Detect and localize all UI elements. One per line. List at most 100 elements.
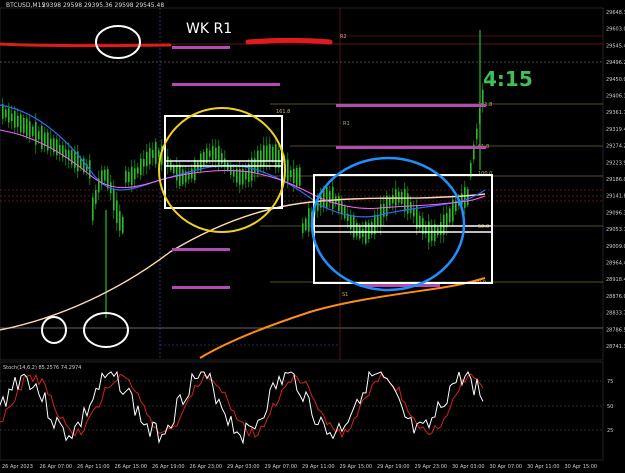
candle-body (266, 145, 268, 162)
candle-body (5, 109, 7, 118)
time-tick: 30 Apr 07:00 (490, 464, 523, 470)
candle-body (71, 150, 73, 165)
candle-body (29, 121, 31, 138)
chart-canvas[interactable]: BTCUSD,M15 29398 29598 29395.36 29598 29… (0, 0, 625, 473)
candle-body (125, 170, 127, 183)
candle-body (74, 150, 76, 168)
time-tick: 29 Apr 11:00 (302, 464, 335, 470)
candle-body (104, 169, 106, 181)
candle-body (155, 141, 157, 165)
time-tick: 26 Apr 15:00 (115, 464, 148, 470)
candle-body (296, 168, 298, 186)
candle-body (338, 196, 340, 211)
price-tick: 29361.74 (606, 110, 625, 116)
candle-body (467, 189, 469, 205)
candle-body (398, 191, 400, 203)
candle-body (278, 150, 280, 168)
candle-body (173, 165, 175, 174)
candle-body (362, 228, 364, 238)
candle-body (437, 227, 439, 235)
time-tick: 26 Apr 11:00 (77, 464, 110, 470)
price-tick: 29274.20 (606, 144, 625, 150)
candle-body (23, 117, 25, 133)
time-tick: 26 Apr 07:00 (40, 464, 73, 470)
candle-body (392, 194, 394, 204)
fib-label: 50.0 (478, 224, 489, 230)
candle-body (218, 146, 220, 165)
candle-body (332, 186, 334, 210)
stoch-label: Stoch(14,6,2) 85.2576 74.2974 (3, 365, 81, 371)
time-tick: 30 Apr 15:00 (565, 464, 598, 470)
time-tick: 26 Apr 23:00 (190, 464, 223, 470)
candle-body (464, 187, 466, 208)
candle-body (17, 115, 19, 127)
candle-body (326, 186, 328, 208)
time-label: 4:15 (483, 67, 533, 91)
candle-body (482, 89, 484, 107)
price-tick: 28964.47 (606, 261, 625, 267)
candle-body (287, 159, 289, 182)
candle-body (26, 118, 28, 137)
chart-ohlc: 29398 29598 29395.36 29598 29545.48 (42, 2, 164, 9)
candle-body (41, 125, 43, 149)
candle-body (212, 145, 214, 161)
candle-body (182, 169, 184, 185)
price-tick: 29496.23 (606, 60, 625, 66)
time-tick: 26 Apr 19:00 (152, 464, 185, 470)
candle-body (344, 206, 346, 219)
candle-body (350, 214, 352, 230)
candle-body (476, 128, 478, 140)
candle-body (80, 159, 82, 168)
candle-body (122, 216, 124, 233)
candle-body (446, 213, 448, 228)
candle-body (341, 201, 343, 215)
candle-body (56, 139, 58, 156)
candle-body (389, 198, 391, 206)
wk-r1-label: WK R1 (186, 21, 232, 37)
candle-body (263, 145, 265, 166)
price-tick: 29009.04 (606, 244, 625, 250)
price-tick: 28833.74 (606, 311, 625, 317)
time-tick: 29 Apr 03:00 (227, 464, 260, 470)
candle-body (449, 208, 451, 223)
time-tick: 29 Apr 23:00 (415, 464, 448, 470)
candle-body (140, 158, 142, 176)
candle-body (407, 193, 409, 214)
candle-body (128, 172, 130, 182)
chart-symbol: BTCUSD,M15 (6, 2, 45, 9)
candle-body (92, 197, 94, 221)
price-tick: 29648.38 (606, 10, 625, 16)
candle-body (8, 108, 10, 123)
candle-body (209, 150, 211, 157)
candle-body (131, 166, 133, 186)
candle-body (245, 171, 247, 180)
candle-body (65, 149, 67, 158)
candle-body (302, 223, 304, 233)
candle-body (113, 188, 115, 211)
time-tick: 29 Apr 07:00 (265, 464, 298, 470)
candle-body (143, 159, 145, 167)
time-tick: 26 Apr 2023 (2, 464, 33, 470)
time-tick: 30 Apr 11:00 (527, 464, 560, 470)
price-tick: 29450.00 (606, 77, 625, 83)
candle-body (269, 144, 271, 162)
price-tick: 29406.15 (606, 94, 625, 100)
candle-body (410, 202, 412, 214)
stoch-level-25: 25 (607, 428, 613, 434)
candle-body (47, 132, 49, 151)
price-tick: 28741.30 (606, 344, 625, 350)
price-tick: 29319.45 (606, 127, 625, 133)
candle-body (374, 214, 376, 235)
price-tick: 29603.04 (606, 27, 625, 33)
price-axis: 29648.38 29603.04 29545.48 29496.23 29450.00… (606, 10, 625, 350)
candle-body (137, 167, 139, 174)
candle-body (308, 208, 310, 232)
candle-body (11, 113, 13, 122)
fib-label: S1 (342, 292, 348, 298)
candle-body (224, 158, 226, 166)
candle-body (20, 114, 22, 133)
candle-body (356, 222, 358, 237)
price-tick: 28786.52 (606, 327, 625, 333)
candle-body (146, 151, 148, 167)
time-tick: 29 Apr 19:00 (377, 464, 410, 470)
